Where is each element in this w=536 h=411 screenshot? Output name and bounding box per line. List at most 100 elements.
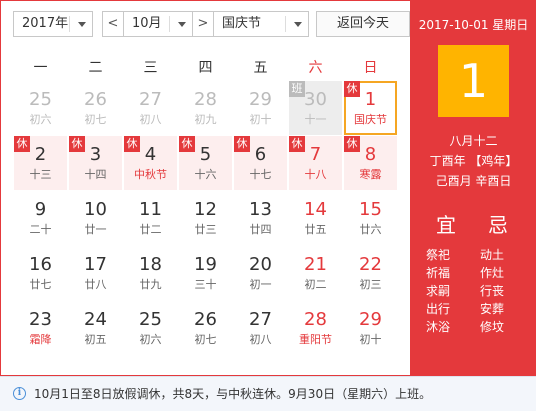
- selected-day-number: 1: [438, 45, 509, 117]
- yi-item: 祭祀: [426, 248, 451, 262]
- day-cell[interactable]: 24 初五: [69, 301, 122, 355]
- day-cell[interactable]: 休 6 十七: [234, 136, 287, 190]
- day-number: 27: [249, 309, 272, 330]
- yi-title: 宜: [436, 213, 456, 237]
- next-month-button[interactable]: >: [192, 11, 214, 37]
- day-cell[interactable]: 27 初八: [124, 81, 177, 135]
- lunar-label: 初五: [84, 333, 107, 346]
- lunar-label: 初十: [249, 113, 272, 126]
- lunar-label: 三十: [194, 278, 217, 291]
- day-cell[interactable]: 27 初八: [234, 301, 287, 355]
- lunar-label: 廿七: [29, 278, 52, 291]
- lunar-label: 廿八: [84, 278, 107, 291]
- day-number: 2: [34, 144, 47, 165]
- return-today-button[interactable]: 返回今天: [316, 11, 410, 37]
- day-cell[interactable]: 28 初九: [179, 81, 232, 135]
- holiday-select-value: 国庆节: [222, 16, 262, 31]
- day-cell[interactable]: 19 三十: [179, 246, 232, 300]
- day-number: 27: [139, 89, 162, 110]
- day-cell[interactable]: 22 初三: [344, 246, 397, 300]
- lunar-label: 廿一: [84, 223, 107, 236]
- lunar-label: 初八: [139, 113, 162, 126]
- select-divider: [285, 16, 286, 32]
- day-cell[interactable]: 12 廿三: [179, 191, 232, 245]
- lunar-label: 十三: [29, 168, 52, 181]
- weekday-label: 二: [88, 60, 103, 76]
- lunar-label: 初六: [139, 333, 162, 346]
- day-cell[interactable]: 16 廿七: [14, 246, 67, 300]
- ji-item: 修坟: [480, 320, 505, 334]
- weekday-label: 一: [33, 60, 48, 76]
- day-cell[interactable]: 23 霜降: [14, 301, 67, 355]
- day-cell[interactable]: 29 初十: [234, 81, 287, 135]
- lunar-label: 十四: [84, 168, 107, 181]
- day-cell[interactable]: 26 初七: [69, 81, 122, 135]
- day-cell[interactable]: 13 廿四: [234, 191, 287, 245]
- day-cell[interactable]: 17 廿八: [69, 246, 122, 300]
- day-number: 10: [84, 199, 107, 220]
- year-select[interactable]: 2017年: [13, 11, 93, 37]
- day-cell[interactable]: 18 廿九: [124, 246, 177, 300]
- day-cell[interactable]: 21 初二: [289, 246, 342, 300]
- lunar-label: 初十: [359, 333, 382, 346]
- ji-item: 安葬: [480, 302, 505, 316]
- lunar-label: 十六: [194, 168, 217, 181]
- day-number: 17: [84, 254, 107, 275]
- lunar-label: 廿九: [139, 278, 162, 291]
- ji-item: 行丧: [480, 284, 505, 298]
- day-number: 22: [359, 254, 382, 275]
- day-cell[interactable]: 9 二十: [14, 191, 67, 245]
- day-cell[interactable]: 休 2 十三: [14, 136, 67, 190]
- chevron-down-icon: [294, 22, 302, 27]
- day-cell[interactable]: 休 3 十四: [69, 136, 122, 190]
- day-cell[interactable]: 26 初七: [179, 301, 232, 355]
- lunar-label: 初一: [249, 278, 272, 291]
- weekday-label: 五: [253, 60, 268, 76]
- yi-item: 出行: [426, 302, 451, 316]
- lunar-label: 初八: [249, 333, 272, 346]
- day-cell[interactable]: 班 30 十一: [289, 81, 342, 135]
- info-icon: i: [13, 387, 26, 400]
- day-number: 4: [144, 144, 157, 165]
- day-cell[interactable]: 休 4 中秋节: [124, 136, 177, 190]
- day-cell[interactable]: 11 廿二: [124, 191, 177, 245]
- day-number: 30: [304, 89, 327, 110]
- day-cell[interactable]: 14 廿五: [289, 191, 342, 245]
- day-cell[interactable]: 20 初一: [234, 246, 287, 300]
- holiday-select[interactable]: 国庆节: [213, 11, 309, 37]
- day-cell[interactable]: 10 廿一: [69, 191, 122, 245]
- day-number: 18: [139, 254, 162, 275]
- day-cell[interactable]: 28 重阳节: [289, 301, 342, 355]
- day-number: 25: [139, 309, 162, 330]
- day-cell[interactable]: 29 初十: [344, 301, 397, 355]
- day-number: 29: [359, 309, 382, 330]
- holiday-notice-text: 10月1日至8日放假调休，共8天，与中秋连休。9月30日（星期六）上班。: [34, 387, 432, 401]
- day-number: 26: [84, 89, 107, 110]
- select-divider: [169, 16, 170, 32]
- yi-item: 沐浴: [426, 320, 451, 334]
- day-cell[interactable]: 休 8 寒露: [344, 136, 397, 190]
- yi-item: 求嗣: [426, 284, 451, 298]
- lunar-label: 十八: [304, 168, 327, 181]
- day-number: 11: [139, 199, 162, 220]
- lunar-label: 初六: [29, 113, 52, 126]
- day-cell[interactable]: 休 5 十六: [179, 136, 232, 190]
- lunar-label: 十一: [304, 113, 327, 126]
- prev-month-button[interactable]: <: [102, 11, 124, 37]
- day-number: 20: [249, 254, 272, 275]
- day-cell[interactable]: 休 1 国庆节: [344, 81, 397, 135]
- day-number: 14: [304, 199, 327, 220]
- day-number: 28: [304, 309, 327, 330]
- day-number: 28: [194, 89, 217, 110]
- day-cell[interactable]: 15 廿六: [344, 191, 397, 245]
- day-cell[interactable]: 25 初六: [14, 81, 67, 135]
- ganzhi-year: 丁酉年 【鸡年】: [429, 154, 518, 168]
- day-cell[interactable]: 25 初六: [124, 301, 177, 355]
- lunar-date: 八月十二: [449, 134, 498, 148]
- month-select[interactable]: 10月: [123, 11, 193, 37]
- lunar-label: 廿五: [304, 223, 327, 236]
- calendar-toolbar: 2017年 < 10月 > 国庆节 返回今天: [13, 11, 413, 37]
- lunar-label: 廿四: [249, 223, 272, 236]
- day-cell[interactable]: 休 7 十八: [289, 136, 342, 190]
- day-number: 21: [304, 254, 327, 275]
